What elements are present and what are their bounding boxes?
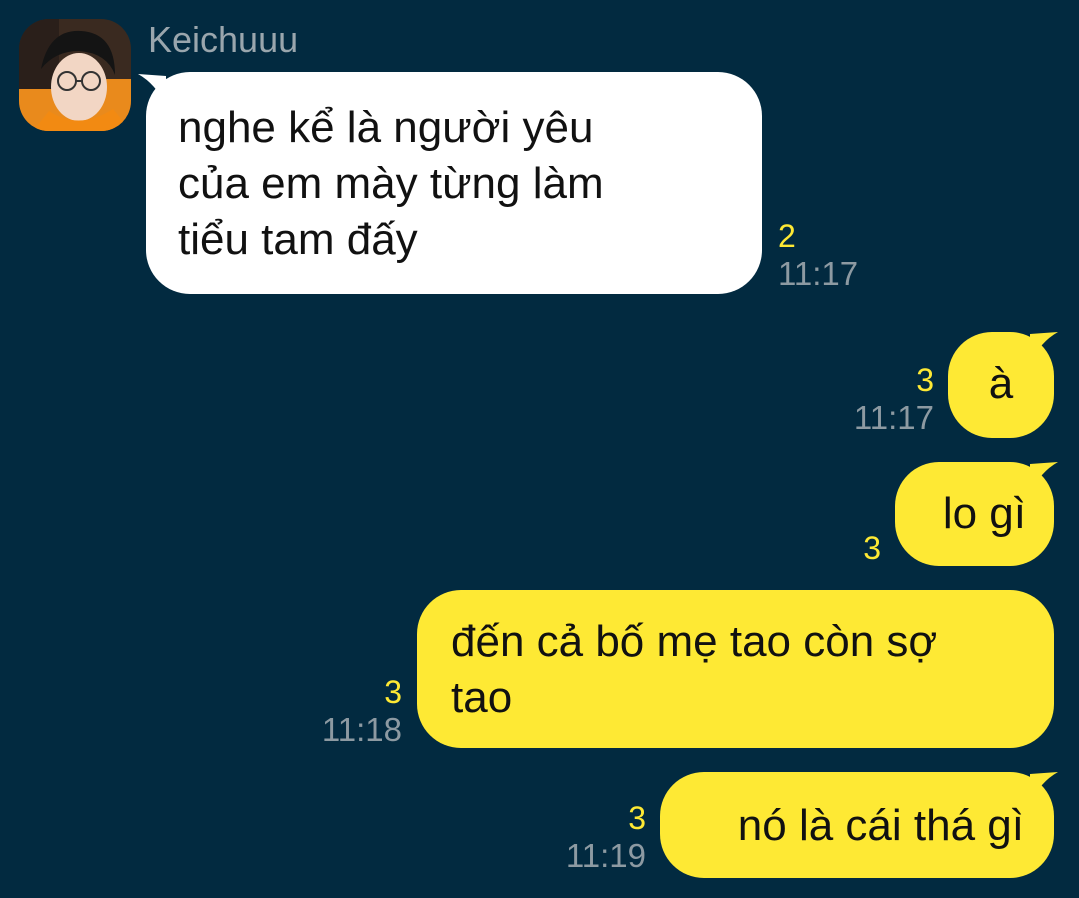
message-line: tiểu tam đấy (178, 215, 418, 264)
message-line: nó là cái thá gì (737, 801, 1024, 850)
message-line: lo gì (942, 489, 1026, 538)
bubble-tail-outgoing (1030, 462, 1058, 494)
message-bubble-incoming[interactable]: nghe kể là người yêu của em mày từng làm… (146, 72, 762, 294)
message-line: nghe kể là người yêu (178, 103, 594, 152)
unread-count: 3 (916, 362, 934, 398)
message-line: tao (451, 673, 513, 722)
message-meta: 3 (863, 530, 881, 566)
unread-count: 3 (863, 530, 881, 566)
message-bubble-outgoing[interactable]: nó là cái thá gì (660, 772, 1054, 878)
message-meta: 3 11:18 (322, 674, 402, 750)
bubble-tail-outgoing (1030, 772, 1058, 804)
timestamp: 11:17 (778, 255, 859, 292)
message-meta: 3 11:19 (566, 800, 646, 876)
unread-count: 3 (628, 800, 646, 836)
timestamp: 11:19 (565, 837, 646, 874)
message-line: của em mày từng làm (178, 159, 604, 208)
message-line: đến cả bố mẹ tao còn sợ (451, 617, 938, 666)
avatar[interactable] (19, 19, 131, 131)
unread-count: 3 (384, 674, 402, 710)
message-meta: 2 11:17 (778, 218, 858, 294)
unread-count: 2 (778, 218, 796, 254)
timestamp: 11:18 (321, 711, 402, 748)
sender-name: Keichuuu (148, 19, 299, 60)
avatar-image (19, 19, 131, 131)
message-line: à (988, 359, 1014, 408)
timestamp: 11:17 (853, 399, 934, 436)
bubble-tail-outgoing (1030, 332, 1058, 364)
message-meta: 3 11:17 (854, 362, 934, 438)
message-bubble-outgoing[interactable]: đến cả bố mẹ tao còn sợ tao (417, 590, 1054, 748)
